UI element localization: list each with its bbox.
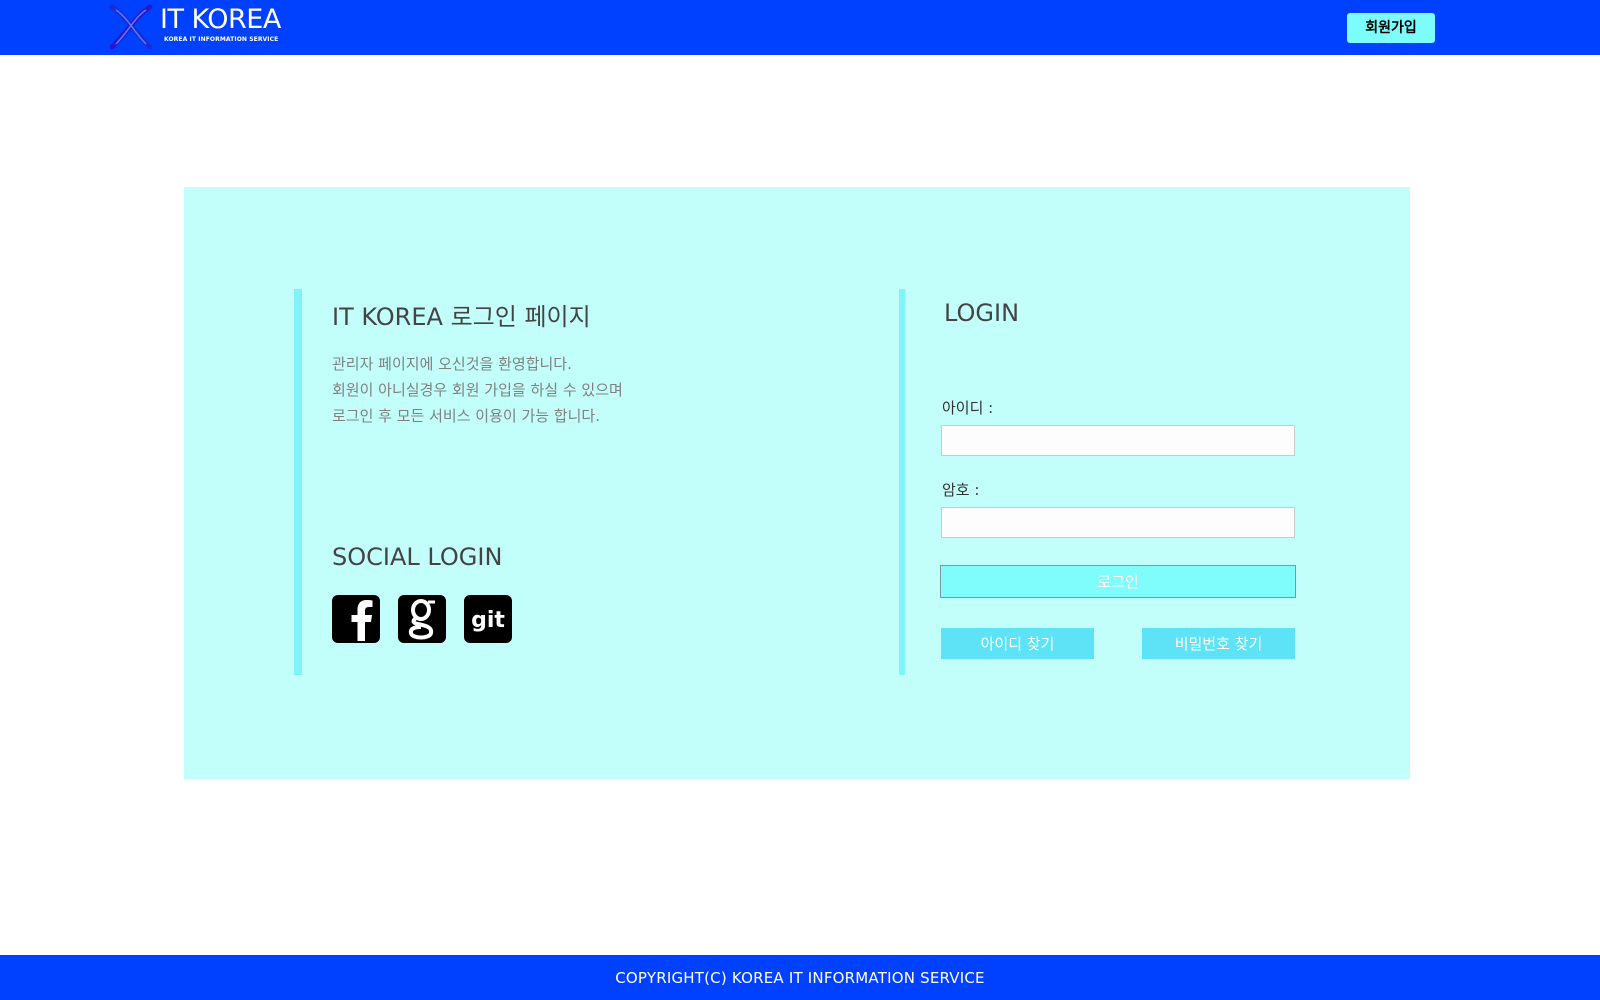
signup-button[interactable]: 회원가입 [1347,13,1435,43]
logo-text: IT KOREA KOREA IT INFORMATION SERVICE [160,5,281,44]
id-label: 아이디 : [942,399,994,417]
site-logo[interactable]: IT KOREA KOREA IT INFORMATION SERVICE [108,4,288,50]
page-title: IT KOREA 로그인 페이지 [332,303,591,331]
id-input[interactable] [941,425,1295,456]
copyright-text: COPYRIGHT(C) KOREA IT INFORMATION SERVIC… [615,968,985,987]
site-footer: COPYRIGHT(C) KOREA IT INFORMATION SERVIC… [0,955,1600,1000]
password-input[interactable] [941,507,1295,538]
login-panel: IT KOREA 로그인 페이지 관리자 페이지에 오신것을 환영합니다. 회원… [184,187,1410,779]
password-label: 암호 : [942,481,980,499]
welcome-line: 회원이 아니실경우 회원 가입을 하실 수 있으며 [332,381,623,399]
welcome-line: 로그인 후 모든 서비스 이용이 가능 합니다. [332,407,600,425]
welcome-text: 관리자 페이지에 오신것을 환영합니다. 회원이 아니실경우 회원 가입을 하실… [332,351,623,429]
logo-x-icon [109,4,153,50]
find-password-button[interactable]: 비밀번호 찾기 [1142,628,1295,659]
login-title: LOGIN [944,299,1020,327]
logo-subtitle: KOREA IT INFORMATION SERVICE [164,36,279,43]
left-accent-bar [294,289,302,675]
facebook-icon[interactable] [332,595,380,643]
google-icon[interactable] [398,595,446,643]
svg-text:git: git [471,608,505,633]
logo-title: IT KOREA [160,4,281,35]
welcome-line: 관리자 페이지에 오신것을 환영합니다. [332,355,572,373]
site-header: IT KOREA KOREA IT INFORMATION SERVICE 회원… [0,0,1600,55]
right-accent-bar [899,289,905,675]
find-id-button[interactable]: 아이디 찾기 [941,628,1094,659]
login-button[interactable]: 로그인 [940,565,1296,598]
social-login-title: SOCIAL LOGIN [332,543,503,571]
social-login-icons: git [332,595,512,643]
git-icon[interactable]: git [464,595,512,643]
